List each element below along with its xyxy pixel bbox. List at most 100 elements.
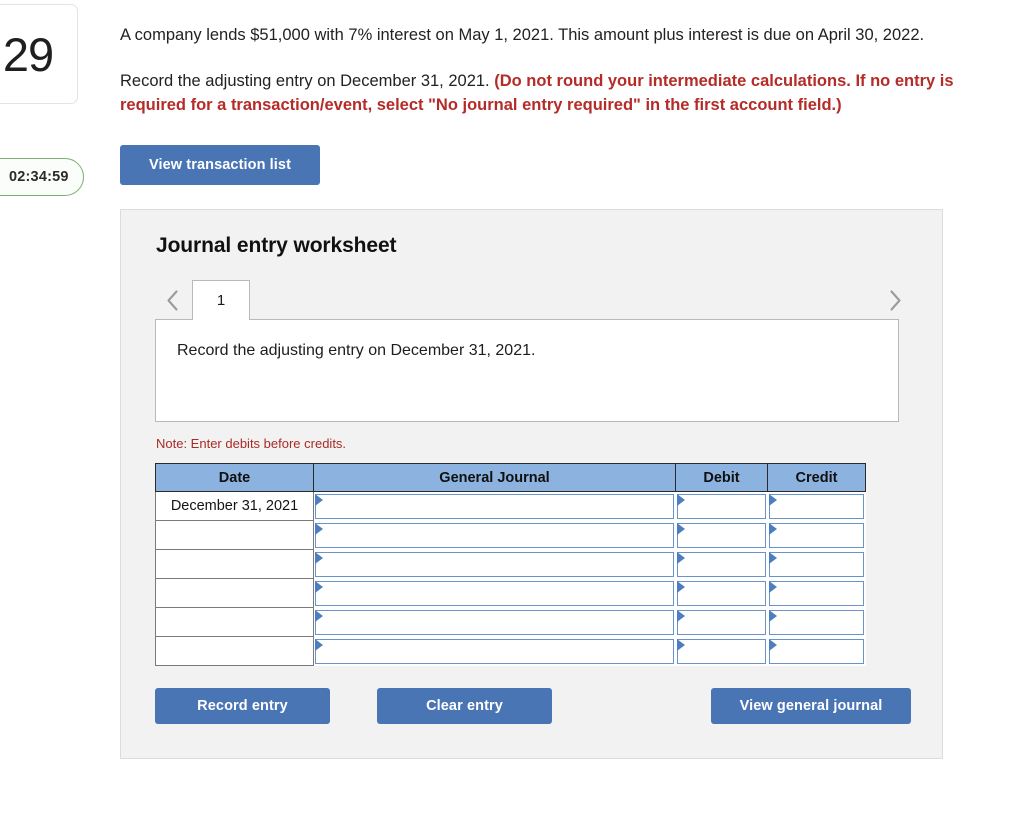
journal-debit-field[interactable]	[676, 494, 766, 519]
journal-credit-field[interactable]	[768, 494, 864, 519]
journal-account-field-cell	[313, 491, 676, 521]
journal-debit-field[interactable]	[676, 551, 766, 577]
dropdown-triangle-icon	[768, 609, 777, 622]
timer-value: 02:34:59	[9, 169, 69, 185]
dropdown-triangle-icon	[676, 551, 685, 564]
table-row	[155, 636, 866, 667]
journal-debit-field-cell	[675, 549, 768, 579]
journal-account-field-cell	[313, 636, 676, 666]
dropdown-triangle-icon	[315, 580, 323, 593]
journal-account-field-cell	[313, 520, 676, 550]
journal-account-field[interactable]	[315, 522, 674, 548]
dropdown-triangle-icon	[768, 522, 777, 535]
journal-credit-field-cell	[767, 578, 866, 608]
dropdown-triangle-icon	[315, 522, 323, 535]
journal-credit-field[interactable]	[768, 638, 864, 664]
journal-date-cell[interactable]	[155, 607, 314, 638]
worksheet-instruction-text: Record the adjusting entry on December 3…	[177, 342, 536, 360]
column-header-date: Date	[155, 463, 314, 493]
journal-account-field[interactable]	[315, 494, 674, 519]
table-row	[155, 578, 866, 609]
previous-entry-button[interactable]	[155, 280, 189, 320]
journal-date-cell[interactable]	[155, 520, 314, 551]
journal-debit-field[interactable]	[676, 638, 766, 664]
dropdown-triangle-icon	[768, 494, 777, 507]
journal-credit-field-cell	[767, 636, 866, 666]
debits-before-credits-note: Note: Enter debits before credits.	[156, 436, 347, 452]
hourglass-icon	[0, 167, 2, 187]
journal-account-field-cell	[313, 607, 676, 637]
next-entry-button[interactable]	[878, 280, 912, 320]
clear-entry-button[interactable]: Clear entry	[377, 688, 552, 725]
worksheet-tab-1[interactable]: 1	[192, 280, 250, 321]
dropdown-triangle-icon	[315, 551, 323, 564]
question-prompt-paragraph-2: Record the adjusting entry on December 3…	[120, 47, 1020, 117]
timer-badge: 02:34:59	[0, 158, 84, 196]
journal-credit-field[interactable]	[768, 551, 864, 577]
dropdown-triangle-icon	[315, 494, 323, 507]
journal-credit-field-cell	[767, 520, 866, 550]
chevron-right-icon	[889, 290, 901, 311]
dropdown-triangle-icon	[768, 551, 777, 564]
worksheet-title: Journal entry worksheet	[156, 234, 397, 258]
question-number: 29	[2, 27, 54, 81]
journal-debit-field-cell	[675, 636, 768, 666]
journal-date-cell[interactable]	[155, 578, 314, 609]
journal-debit-field-cell	[675, 491, 768, 521]
dropdown-triangle-icon	[315, 638, 323, 651]
journal-account-field[interactable]	[315, 580, 674, 606]
column-header-general-journal: General Journal	[313, 463, 676, 493]
journal-entry-worksheet-panel: Journal entry worksheet 1 Record the adj…	[120, 209, 943, 760]
dropdown-triangle-icon	[315, 609, 323, 622]
journal-credit-field[interactable]	[768, 522, 864, 548]
question-prompt-paragraph-1: A company lends $51,000 with 7% interest…	[120, 26, 925, 44]
journal-credit-field[interactable]	[768, 609, 864, 635]
dropdown-triangle-icon	[676, 638, 685, 651]
journal-entry-table-body: December 31, 2021	[155, 491, 866, 667]
journal-account-field[interactable]	[315, 638, 674, 664]
column-header-credit: Credit	[767, 463, 866, 493]
journal-credit-field-cell	[767, 607, 866, 637]
journal-credit-field-cell	[767, 491, 866, 521]
table-row: December 31, 2021	[155, 491, 866, 522]
dropdown-triangle-icon	[676, 609, 685, 622]
view-general-journal-button[interactable]: View general journal	[711, 688, 911, 725]
worksheet-action-row: Record entry Clear entry View general jo…	[155, 688, 911, 725]
journal-account-field[interactable]	[315, 551, 674, 577]
journal-debit-field[interactable]	[676, 609, 766, 635]
dropdown-triangle-icon	[676, 580, 685, 593]
journal-credit-field-cell	[767, 549, 866, 579]
dropdown-triangle-icon	[676, 522, 685, 535]
chevron-left-icon	[166, 290, 178, 311]
left-rail: 29 02:34:59	[0, 0, 115, 824]
question-number-box: 29	[0, 4, 78, 104]
column-header-debit: Debit	[675, 463, 768, 493]
journal-date-cell[interactable]: December 31, 2021	[155, 491, 314, 522]
dropdown-triangle-icon	[768, 580, 777, 593]
table-header-row: Date General Journal Debit Credit	[155, 463, 866, 493]
journal-account-field-cell	[313, 549, 676, 579]
main-column: A company lends $51,000 with 7% interest…	[120, 0, 1024, 760]
journal-date-cell[interactable]	[155, 636, 314, 667]
journal-debit-field[interactable]	[676, 580, 766, 606]
journal-debit-field-cell	[675, 520, 768, 550]
journal-debit-field[interactable]	[676, 522, 766, 548]
worksheet-tab-list: 1	[192, 280, 250, 321]
worksheet-instruction-panel: Record the adjusting entry on December 3…	[155, 319, 899, 423]
journal-date-cell[interactable]	[155, 549, 314, 580]
table-row	[155, 520, 866, 551]
journal-account-field-cell	[313, 578, 676, 608]
record-entry-button[interactable]: Record entry	[155, 688, 330, 725]
table-row	[155, 549, 866, 580]
journal-credit-field[interactable]	[768, 580, 864, 606]
dropdown-triangle-icon	[768, 638, 777, 651]
dropdown-triangle-icon	[676, 494, 685, 507]
worksheet-tab-strip: 1	[155, 279, 912, 321]
journal-entry-table: Date General Journal Debit Credit Decemb…	[155, 463, 866, 667]
journal-debit-field-cell	[675, 607, 768, 637]
journal-debit-field-cell	[675, 578, 768, 608]
journal-account-field[interactable]	[315, 609, 674, 635]
view-transaction-list-button[interactable]: View transaction list	[120, 145, 320, 186]
prompt-plain-text: Record the adjusting entry on December 3…	[120, 72, 495, 91]
table-row	[155, 607, 866, 638]
